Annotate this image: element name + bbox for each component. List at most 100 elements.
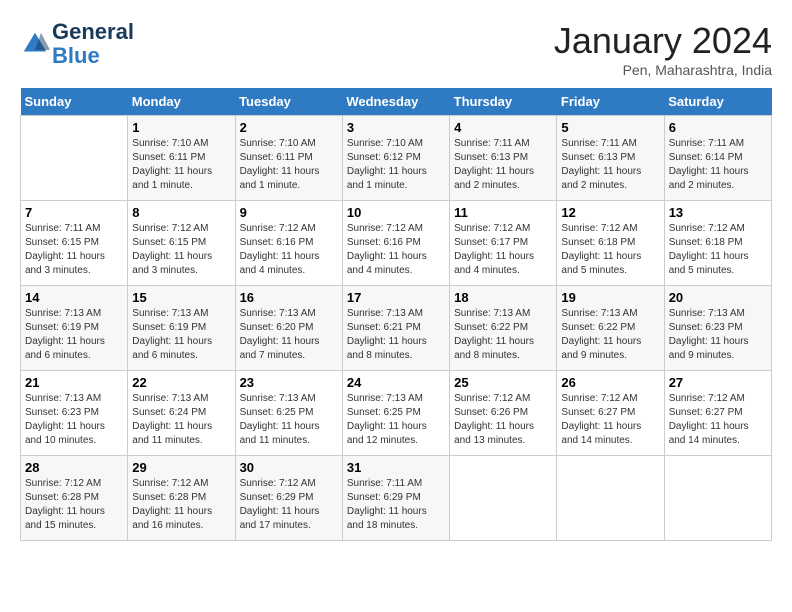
calendar-day-header: Thursday [450,88,557,116]
day-info: Sunrise: 7:13 AM Sunset: 6:24 PM Dayligh… [132,392,230,448]
calendar-day-header: Sunday [21,88,128,116]
day-info: Sunrise: 7:12 AM Sunset: 6:28 PM Dayligh… [132,477,230,533]
calendar-cell [664,456,771,541]
calendar-day-header: Friday [557,88,664,116]
calendar-cell: 10 Sunrise: 7:12 AM Sunset: 6:16 PM Dayli… [342,201,449,286]
calendar-cell: 8 Sunrise: 7:12 AM Sunset: 6:15 PM Daylig… [128,201,235,286]
day-info: Sunrise: 7:10 AM Sunset: 6:11 PM Dayligh… [132,137,230,193]
day-info: Sunrise: 7:13 AM Sunset: 6:19 PM Dayligh… [25,307,123,363]
calendar-day-header: Saturday [664,88,771,116]
calendar-cell: 5 Sunrise: 7:11 AM Sunset: 6:13 PM Daylig… [557,116,664,201]
day-number: 29 [132,460,230,475]
day-number: 6 [669,120,767,135]
calendar-cell: 24 Sunrise: 7:13 AM Sunset: 6:25 PM Dayli… [342,371,449,456]
calendar-cell: 31 Sunrise: 7:11 AM Sunset: 6:29 PM Dayli… [342,456,449,541]
calendar-cell: 13 Sunrise: 7:12 AM Sunset: 6:18 PM Dayli… [664,201,771,286]
logo: General Blue [20,20,134,68]
calendar-header-row: SundayMondayTuesdayWednesdayThursdayFrid… [21,88,772,116]
calendar-cell: 2 Sunrise: 7:10 AM Sunset: 6:11 PM Daylig… [235,116,342,201]
calendar-week-row: 14 Sunrise: 7:13 AM Sunset: 6:19 PM Dayli… [21,286,772,371]
day-number: 25 [454,375,552,390]
day-number: 19 [561,290,659,305]
day-info: Sunrise: 7:12 AM Sunset: 6:26 PM Dayligh… [454,392,552,448]
day-info: Sunrise: 7:13 AM Sunset: 6:22 PM Dayligh… [561,307,659,363]
day-info: Sunrise: 7:13 AM Sunset: 6:23 PM Dayligh… [669,307,767,363]
day-number: 14 [25,290,123,305]
calendar-cell: 16 Sunrise: 7:13 AM Sunset: 6:20 PM Dayli… [235,286,342,371]
day-info: Sunrise: 7:11 AM Sunset: 6:29 PM Dayligh… [347,477,445,533]
day-number: 21 [25,375,123,390]
calendar-cell [557,456,664,541]
calendar-cell: 23 Sunrise: 7:13 AM Sunset: 6:25 PM Dayli… [235,371,342,456]
calendar-cell: 28Sunrise: 7:12 AM Sunset: 6:28 PM Dayli… [21,456,128,541]
day-number: 10 [347,205,445,220]
calendar-cell: 12 Sunrise: 7:12 AM Sunset: 6:18 PM Dayli… [557,201,664,286]
day-number: 8 [132,205,230,220]
calendar-week-row: 28Sunrise: 7:12 AM Sunset: 6:28 PM Dayli… [21,456,772,541]
calendar-week-row: 21 Sunrise: 7:13 AM Sunset: 6:23 PM Dayli… [21,371,772,456]
calendar-cell: 19 Sunrise: 7:13 AM Sunset: 6:22 PM Dayli… [557,286,664,371]
day-number: 9 [240,205,338,220]
calendar-cell: 1Sunrise: 7:10 AM Sunset: 6:11 PM Daylig… [128,116,235,201]
calendar-cell: 7Sunrise: 7:11 AM Sunset: 6:15 PM Daylig… [21,201,128,286]
calendar-cell: 14 Sunrise: 7:13 AM Sunset: 6:19 PM Dayli… [21,286,128,371]
day-info: Sunrise: 7:13 AM Sunset: 6:23 PM Dayligh… [25,392,123,448]
day-info: Sunrise: 7:13 AM Sunset: 6:21 PM Dayligh… [347,307,445,363]
day-number: 2 [240,120,338,135]
month-title: January 2024 [554,20,772,62]
calendar-cell: 25 Sunrise: 7:12 AM Sunset: 6:26 PM Dayli… [450,371,557,456]
calendar-cell [21,116,128,201]
calendar-cell: 18 Sunrise: 7:13 AM Sunset: 6:22 PM Dayli… [450,286,557,371]
calendar-cell: 26 Sunrise: 7:12 AM Sunset: 6:27 PM Dayli… [557,371,664,456]
header: General Blue January 2024 Pen, Maharasht… [20,20,772,78]
day-number: 22 [132,375,230,390]
calendar-cell: 11Sunrise: 7:12 AM Sunset: 6:17 PM Dayli… [450,201,557,286]
day-info: Sunrise: 7:13 AM Sunset: 6:20 PM Dayligh… [240,307,338,363]
calendar-cell [450,456,557,541]
day-info: Sunrise: 7:10 AM Sunset: 6:12 PM Dayligh… [347,137,445,193]
day-number: 27 [669,375,767,390]
day-info: Sunrise: 7:13 AM Sunset: 6:22 PM Dayligh… [454,307,552,363]
day-number: 31 [347,460,445,475]
day-info: Sunrise: 7:12 AM Sunset: 6:18 PM Dayligh… [669,222,767,278]
day-info: Sunrise: 7:13 AM Sunset: 6:25 PM Dayligh… [240,392,338,448]
calendar-cell: 9 Sunrise: 7:12 AM Sunset: 6:16 PM Daylig… [235,201,342,286]
calendar-day-header: Wednesday [342,88,449,116]
calendar-cell: 6Sunrise: 7:11 AM Sunset: 6:14 PM Daylig… [664,116,771,201]
day-number: 3 [347,120,445,135]
day-number: 12 [561,205,659,220]
title-area: January 2024 Pen, Maharashtra, India [554,20,772,78]
calendar-cell: 17Sunrise: 7:13 AM Sunset: 6:21 PM Dayli… [342,286,449,371]
calendar-cell: 27 Sunrise: 7:12 AM Sunset: 6:27 PM Dayli… [664,371,771,456]
logo-icon [20,29,50,59]
day-info: Sunrise: 7:12 AM Sunset: 6:28 PM Dayligh… [25,477,123,533]
subtitle: Pen, Maharashtra, India [554,62,772,78]
calendar-table: SundayMondayTuesdayWednesdayThursdayFrid… [20,88,772,541]
day-info: Sunrise: 7:12 AM Sunset: 6:15 PM Dayligh… [132,222,230,278]
day-info: Sunrise: 7:13 AM Sunset: 6:25 PM Dayligh… [347,392,445,448]
day-number: 26 [561,375,659,390]
day-number: 7 [25,205,123,220]
day-number: 13 [669,205,767,220]
day-number: 23 [240,375,338,390]
day-number: 11 [454,205,552,220]
day-number: 18 [454,290,552,305]
calendar-cell: 30Sunrise: 7:12 AM Sunset: 6:29 PM Dayli… [235,456,342,541]
day-info: Sunrise: 7:10 AM Sunset: 6:11 PM Dayligh… [240,137,338,193]
day-info: Sunrise: 7:12 AM Sunset: 6:18 PM Dayligh… [561,222,659,278]
logo-text: General Blue [52,20,134,68]
day-info: Sunrise: 7:12 AM Sunset: 6:16 PM Dayligh… [347,222,445,278]
day-info: Sunrise: 7:13 AM Sunset: 6:19 PM Dayligh… [132,307,230,363]
day-info: Sunrise: 7:11 AM Sunset: 6:13 PM Dayligh… [561,137,659,193]
calendar-cell: 20Sunrise: 7:13 AM Sunset: 6:23 PM Dayli… [664,286,771,371]
day-number: 16 [240,290,338,305]
calendar-cell: 29 Sunrise: 7:12 AM Sunset: 6:28 PM Dayli… [128,456,235,541]
calendar-week-row: 7Sunrise: 7:11 AM Sunset: 6:15 PM Daylig… [21,201,772,286]
day-info: Sunrise: 7:12 AM Sunset: 6:16 PM Dayligh… [240,222,338,278]
day-info: Sunrise: 7:12 AM Sunset: 6:29 PM Dayligh… [240,477,338,533]
day-number: 5 [561,120,659,135]
calendar-cell: 3 Sunrise: 7:10 AM Sunset: 6:12 PM Daylig… [342,116,449,201]
day-info: Sunrise: 7:12 AM Sunset: 6:27 PM Dayligh… [561,392,659,448]
day-number: 24 [347,375,445,390]
day-info: Sunrise: 7:12 AM Sunset: 6:27 PM Dayligh… [669,392,767,448]
